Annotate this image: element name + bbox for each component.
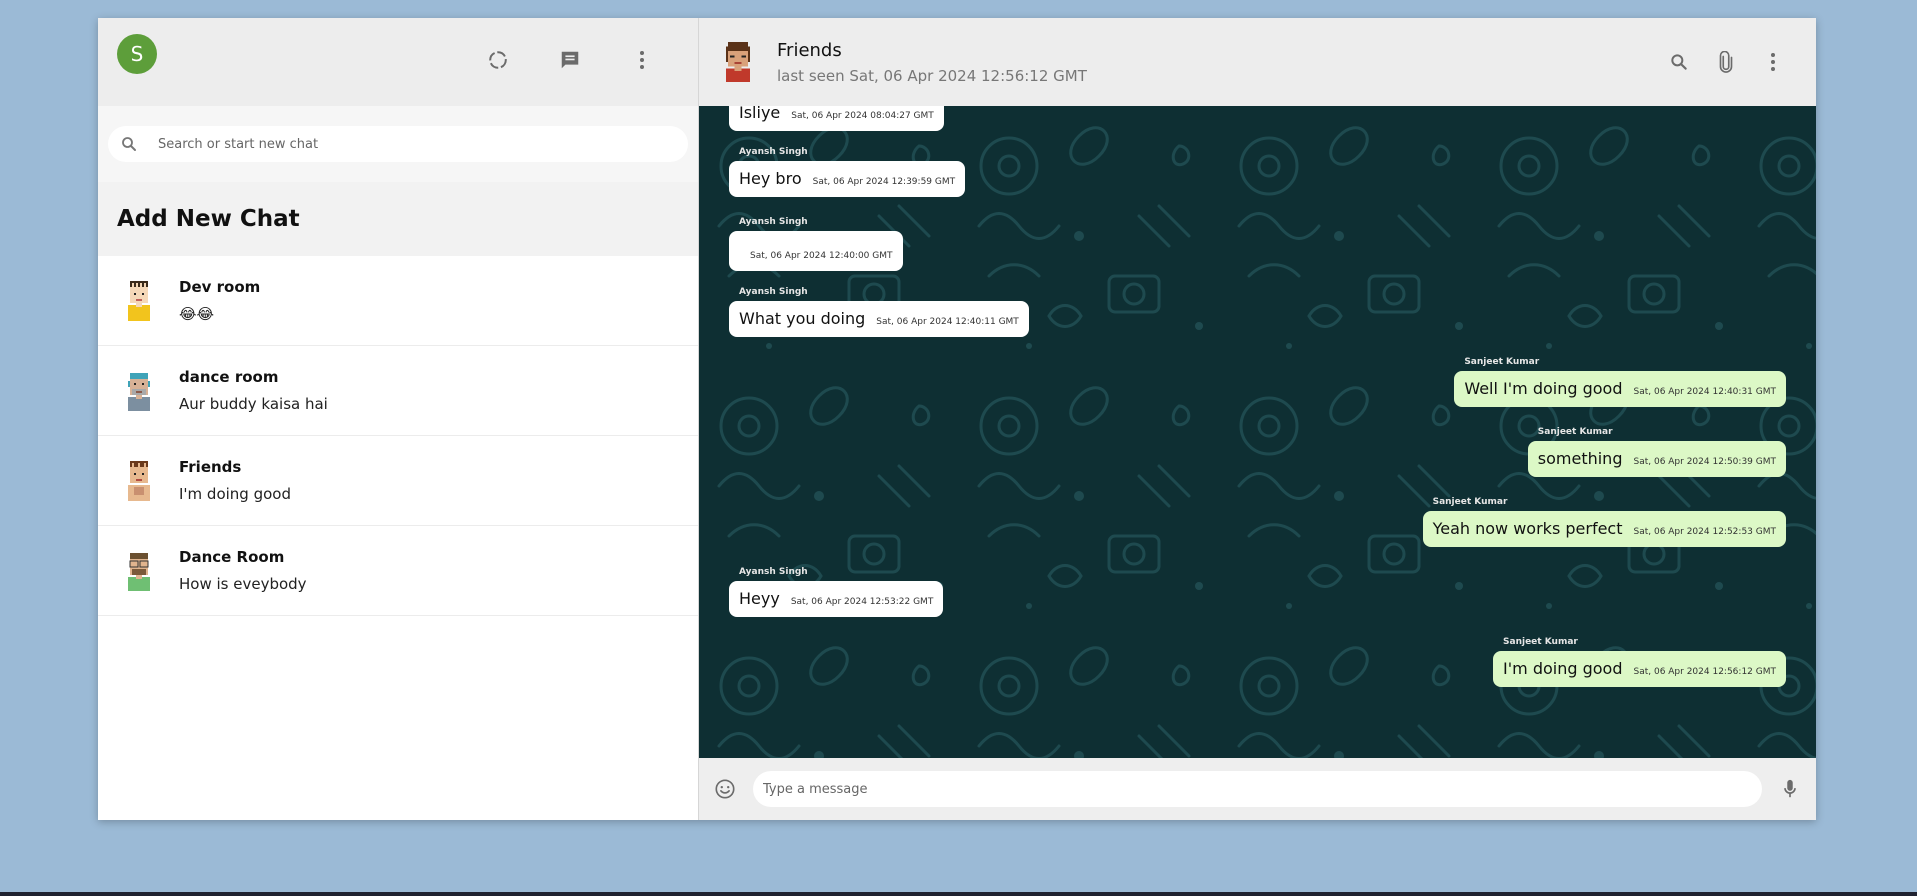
message-incoming[interactable]: Ayansh Singh Heyy Sat, 06 Apr 2024 12:53… xyxy=(729,567,944,617)
message-time: Sat, 06 Apr 2024 12:53:22 GMT xyxy=(790,597,934,607)
chat-status: last seen Sat, 06 Apr 2024 12:56:12 GMT xyxy=(777,66,1087,85)
message-outgoing[interactable]: Sanjeet Kumar Well I'm doing good Sat, 0… xyxy=(1454,357,1786,407)
message-time: Sat, 06 Apr 2024 08:04:27 GMT xyxy=(791,111,934,121)
desktop-taskbar-edge xyxy=(0,892,1917,896)
attach-icon xyxy=(1719,51,1733,73)
messages-container: Isliye Sat, 06 Apr 2024 08:04:27 GMT Aya… xyxy=(699,106,1816,758)
message-outgoing[interactable]: Sanjeet Kumar Yeah now works perfect Sat… xyxy=(1422,497,1786,547)
search-input[interactable] xyxy=(156,135,676,153)
chat-app-window: S Search or start new chat Add New Chat … xyxy=(98,18,1816,820)
microphone-icon xyxy=(1784,779,1796,798)
search-icon xyxy=(122,137,136,151)
message-bubble: What you doing Sat, 06 Apr 2024 12:40:11… xyxy=(729,301,1029,337)
chat-item-friends[interactable]: Friends I'm doing good xyxy=(98,436,698,526)
message-text: Hey bro xyxy=(739,169,802,188)
add-new-chat[interactable]: Add New Chat xyxy=(98,182,698,256)
menu-icon xyxy=(1771,53,1775,71)
chat-last-message: 😂😂 xyxy=(179,305,215,323)
status-icon xyxy=(489,51,507,69)
message-incoming[interactable]: Isliye Sat, 06 Apr 2024 08:04:27 GMT xyxy=(729,106,944,131)
sidebar-header: S xyxy=(98,18,698,106)
chat-name: dance room xyxy=(179,368,279,386)
chat-last-message: Aur buddy kaisa hai xyxy=(179,395,328,413)
message-incoming[interactable]: Ayansh Singh What you doing Sat, 06 Apr … xyxy=(729,287,1029,337)
chat-panel: Friends last seen Sat, 06 Apr 2024 12:56… xyxy=(699,18,1816,820)
new-chat-button[interactable] xyxy=(549,39,591,81)
chat-header: Friends last seen Sat, 06 Apr 2024 12:56… xyxy=(699,18,1816,106)
sidebar-menu-button[interactable] xyxy=(621,39,663,81)
message-sender: Ayansh Singh xyxy=(739,217,808,227)
message-time: Sat, 06 Apr 2024 12:39:59 GMT xyxy=(812,177,956,187)
chat-avatar xyxy=(128,280,150,321)
message-text: What you doing xyxy=(739,309,866,328)
chat-item-dance-room[interactable]: dance room Aur buddy kaisa hai xyxy=(98,346,698,436)
message-time: Sat, 06 Apr 2024 12:40:31 GMT xyxy=(1633,387,1776,397)
chat-avatar xyxy=(128,460,150,501)
search-box xyxy=(108,126,688,162)
chat-avatar[interactable] xyxy=(721,42,755,82)
message-text: Isliye xyxy=(739,106,781,122)
message-bubble: I'm doing good Sat, 06 Apr 2024 12:56:12… xyxy=(1493,651,1786,687)
chat-avatar xyxy=(128,552,150,591)
message-text: I'm doing good xyxy=(1503,659,1623,678)
emoji-button[interactable] xyxy=(711,768,739,810)
message-outgoing[interactable]: Sanjeet Kumar I'm doing good Sat, 06 Apr… xyxy=(1493,637,1786,687)
message-sender: Sanjeet Kumar xyxy=(1503,637,1578,647)
message-incoming[interactable]: Ayansh Singh Sat, 06 Apr 2024 12:40:00 G… xyxy=(729,217,903,271)
message-sender: Sanjeet Kumar xyxy=(1464,357,1540,367)
chat-list: Dev room 😂😂 dance room Aur buddy kaisa h… xyxy=(98,256,698,820)
message-text: Well I'm doing good xyxy=(1464,379,1623,398)
search-bar xyxy=(98,106,698,182)
message-bubble: Isliye Sat, 06 Apr 2024 08:04:27 GMT xyxy=(729,106,944,131)
sidebar: S Search or start new chat Add New Chat … xyxy=(98,18,699,820)
message-outgoing[interactable]: Sanjeet Kumar something Sat, 06 Apr 2024… xyxy=(1527,427,1786,477)
message-bubble: Hey bro Sat, 06 Apr 2024 12:39:59 GMT xyxy=(729,161,966,197)
chat-name: Dev room xyxy=(179,278,261,296)
message-text: Yeah now works perfect xyxy=(1432,519,1623,538)
chat-name: Dance Room xyxy=(179,548,285,566)
chat-item-dance-room-2[interactable]: Dance Room How is eveybody xyxy=(98,526,698,616)
message-sender: Ayansh Singh xyxy=(739,287,808,297)
status-button[interactable] xyxy=(477,39,519,81)
message-time: Sat, 06 Apr 2024 12:50:39 GMT xyxy=(1633,457,1776,467)
new-chat-icon xyxy=(561,51,579,69)
message-text: Heyy xyxy=(739,589,780,608)
chat-menu-button[interactable] xyxy=(1752,41,1794,83)
message-input[interactable] xyxy=(753,771,1762,807)
message-bubble: Sat, 06 Apr 2024 12:40:00 GMT xyxy=(729,231,903,271)
message-time: Sat, 06 Apr 2024 12:56:12 GMT xyxy=(1633,667,1776,677)
attach-button[interactable] xyxy=(1705,41,1747,83)
message-sender: Sanjeet Kumar xyxy=(1537,427,1613,437)
message-bubble: Well I'm doing good Sat, 06 Apr 2024 12:… xyxy=(1454,371,1786,407)
message-sender: Sanjeet Kumar xyxy=(1432,497,1508,507)
user-avatar[interactable]: S xyxy=(117,34,157,74)
message-sender: Ayansh Singh xyxy=(739,567,808,577)
message-incoming[interactable]: Ayansh Singh Hey bro Sat, 06 Apr 2024 12… xyxy=(729,147,966,197)
chat-title: Friends xyxy=(777,39,842,61)
message-bubble: Yeah now works perfect Sat, 06 Apr 2024 … xyxy=(1422,511,1786,547)
message-text: something xyxy=(1537,449,1623,468)
chat-search-button[interactable] xyxy=(1658,41,1700,83)
chat-item-dev-room[interactable]: Dev room 😂😂 xyxy=(98,256,698,346)
message-bubble: Heyy Sat, 06 Apr 2024 12:53:22 GMT xyxy=(729,581,944,617)
chat-name: Friends xyxy=(179,458,242,476)
message-list[interactable]: Isliye Sat, 06 Apr 2024 08:04:27 GMT Aya… xyxy=(699,106,1816,758)
message-time: Sat, 06 Apr 2024 12:40:00 GMT xyxy=(750,251,893,261)
message-time: Sat, 06 Apr 2024 12:40:11 GMT xyxy=(876,317,1019,327)
composer xyxy=(699,758,1816,820)
message-bubble: something Sat, 06 Apr 2024 12:50:39 GMT xyxy=(1527,441,1786,477)
message-time: Sat, 06 Apr 2024 12:52:53 GMT xyxy=(1633,527,1776,537)
mic-button[interactable] xyxy=(1776,768,1804,810)
message-sender: Ayansh Singh xyxy=(739,147,808,157)
menu-icon xyxy=(640,51,644,69)
emoji-icon xyxy=(715,779,735,799)
chat-last-message: I'm doing good xyxy=(179,485,291,503)
chat-last-message: How is eveybody xyxy=(179,575,307,593)
search-icon xyxy=(1671,54,1687,70)
chat-avatar xyxy=(128,372,150,411)
